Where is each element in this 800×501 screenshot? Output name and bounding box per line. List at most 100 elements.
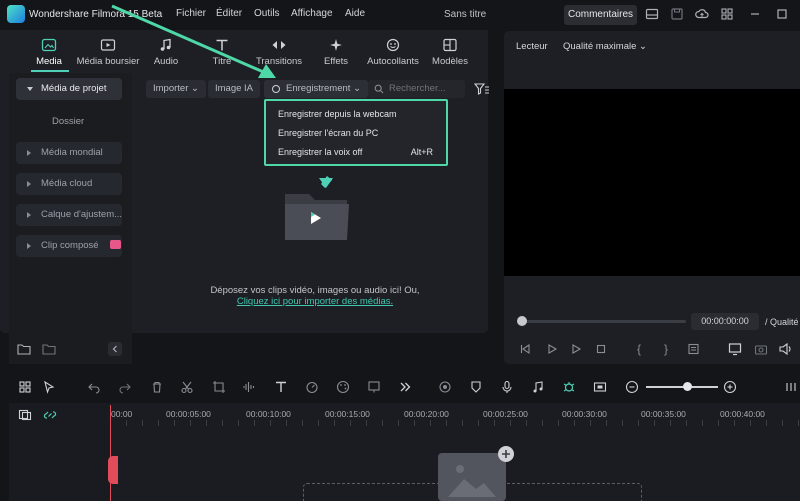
- previous-frame-icon[interactable]: [519, 343, 531, 355]
- marker-icon[interactable]: [687, 343, 701, 355]
- text-tool-icon[interactable]: [274, 380, 288, 394]
- record-icon: [272, 85, 280, 93]
- sidebar-item-label: Clip composé: [41, 240, 99, 251]
- chevron-down-icon: [27, 87, 33, 91]
- add-track-icon[interactable]: [18, 409, 32, 421]
- split-scissors-icon[interactable]: [180, 380, 194, 394]
- shield-marker-icon[interactable]: [469, 380, 483, 394]
- minimize-icon[interactable]: [748, 7, 762, 21]
- record-dropdown-menu: Enregistrer depuis la webcam Enregistrer…: [264, 99, 448, 166]
- crop-icon[interactable]: [212, 380, 226, 394]
- play-forward-icon[interactable]: [570, 343, 582, 355]
- ruler-label: 00:00:40:00: [720, 409, 765, 419]
- delete-trash-icon[interactable]: [150, 380, 164, 394]
- snapshot-camera-icon[interactable]: [754, 342, 768, 356]
- import-media-link[interactable]: Cliquez ici pour importer des médias.: [140, 296, 490, 307]
- tab-effects-label: Effets: [323, 56, 349, 67]
- layout-icon[interactable]: [645, 7, 659, 21]
- menu-view[interactable]: Affichage: [291, 8, 333, 19]
- zoom-slider-track[interactable]: [646, 386, 718, 388]
- select-cursor-icon[interactable]: [42, 380, 56, 394]
- template-icon: [442, 38, 458, 52]
- ruler-label: 00:00:10:00: [246, 409, 291, 419]
- ruler-label: 00:00:15:00: [325, 409, 370, 419]
- ai-bug-icon[interactable]: [562, 380, 576, 394]
- import-folder-icon[interactable]: [281, 174, 353, 244]
- microphone-icon[interactable]: [500, 380, 514, 394]
- chevron-right-icon: [27, 212, 31, 218]
- sidebar-item-label: Média de projet: [41, 83, 107, 94]
- tutorial-arrow-icon: [100, 0, 280, 85]
- tab-media-label: Media: [36, 56, 62, 67]
- playhead-handle[interactable]: [108, 456, 118, 484]
- shortcut-label: Alt+R: [410, 147, 433, 157]
- record-button-label: Enregistrement: [286, 83, 351, 94]
- folder-icon[interactable]: [42, 343, 56, 355]
- stop-icon[interactable]: [595, 343, 607, 355]
- playhead-line[interactable]: [110, 405, 111, 501]
- zoom-slider-knob[interactable]: [683, 382, 692, 391]
- ruler-label: 00:00: [111, 409, 133, 419]
- chevron-right-icon: [27, 243, 31, 249]
- sidebar-item-label: Média mondial: [41, 147, 103, 158]
- menu-item-record-voiceover[interactable]: Enregistrer la voix off: [278, 147, 362, 157]
- new-folder-icon[interactable]: [17, 343, 31, 355]
- redo-icon[interactable]: [118, 380, 132, 394]
- speed-timer-icon[interactable]: [305, 380, 319, 394]
- quality-label: Qualité maximale: [563, 41, 637, 52]
- save-icon[interactable]: [670, 7, 684, 21]
- ai-tool-icon[interactable]: [367, 380, 381, 394]
- audio-waveform-icon[interactable]: [242, 380, 256, 394]
- color-palette-icon[interactable]: [336, 380, 350, 394]
- ruler-label: 00:00:20:00: [404, 409, 449, 419]
- sidebar-item-compound-clip[interactable]: Clip composé: [16, 235, 122, 257]
- image-placeholder-icon: [448, 465, 496, 497]
- mark-out-icon[interactable]: }: [664, 342, 674, 356]
- timeline-settings-icon[interactable]: [784, 380, 798, 394]
- sidebar-item-cloud-media[interactable]: Média cloud: [16, 173, 122, 195]
- menu-item-record-webcam[interactable]: Enregistrer depuis la webcam: [278, 109, 397, 119]
- sidebar-item-folder[interactable]: Dossier: [52, 116, 84, 127]
- tab-media[interactable]: Media: [30, 31, 68, 72]
- filter-icon[interactable]: [474, 82, 490, 96]
- layout-grid-icon[interactable]: [18, 380, 32, 394]
- quality-dropdown[interactable]: Qualité maximale ⌄: [563, 41, 647, 52]
- media-icon: [41, 38, 57, 52]
- music-ai-icon[interactable]: [531, 380, 545, 394]
- timecode-display: 00:00:00:00: [691, 313, 759, 330]
- chevron-right-icon: [27, 181, 31, 187]
- filmora-logo-icon: [7, 5, 25, 23]
- playback-progress-track[interactable]: [521, 320, 686, 323]
- add-plus-icon[interactable]: [498, 446, 514, 462]
- play-icon[interactable]: [546, 343, 558, 355]
- undo-icon[interactable]: [87, 380, 101, 394]
- collapse-sidebar-button[interactable]: [108, 342, 122, 356]
- drop-hint-text: Déposez vos clips vidéo, images ou audio…: [210, 285, 420, 296]
- display-monitor-icon[interactable]: [728, 342, 742, 356]
- tab-stickers[interactable]: Autocollants: [365, 31, 421, 72]
- screen-capture-icon[interactable]: [593, 380, 607, 394]
- more-tools-icon[interactable]: [398, 380, 412, 394]
- apps-grid-icon[interactable]: [720, 7, 734, 21]
- document-title: Sans titre: [444, 9, 487, 20]
- volume-icon[interactable]: [778, 342, 794, 356]
- playback-scrubber[interactable]: [517, 316, 527, 326]
- tab-templates[interactable]: Modèles: [429, 31, 471, 72]
- render-preview-icon[interactable]: [438, 380, 452, 394]
- tab-effects[interactable]: Effets: [317, 31, 355, 72]
- comments-button[interactable]: Commentaires: [564, 5, 637, 25]
- zoom-in-icon[interactable]: [723, 380, 737, 394]
- add-media-thumbnail[interactable]: [438, 453, 506, 501]
- zoom-out-icon[interactable]: [625, 380, 639, 394]
- cloud-upload-icon[interactable]: [695, 7, 709, 21]
- sidebar-item-global-media[interactable]: Média mondial: [16, 142, 122, 164]
- mark-in-icon[interactable]: {: [637, 342, 647, 356]
- maximize-icon[interactable]: [775, 7, 789, 21]
- menu-help[interactable]: Aide: [345, 8, 365, 19]
- ruler-ticks: [110, 420, 800, 426]
- player-label: Lecteur: [516, 41, 548, 52]
- sidebar-item-label: Média cloud: [41, 178, 93, 189]
- link-icon[interactable]: [43, 409, 57, 421]
- menu-item-record-screen[interactable]: Enregistrer l'écran du PC: [278, 128, 378, 138]
- sidebar-item-adjustment-layer[interactable]: Calque d'ajustem...: [16, 204, 122, 226]
